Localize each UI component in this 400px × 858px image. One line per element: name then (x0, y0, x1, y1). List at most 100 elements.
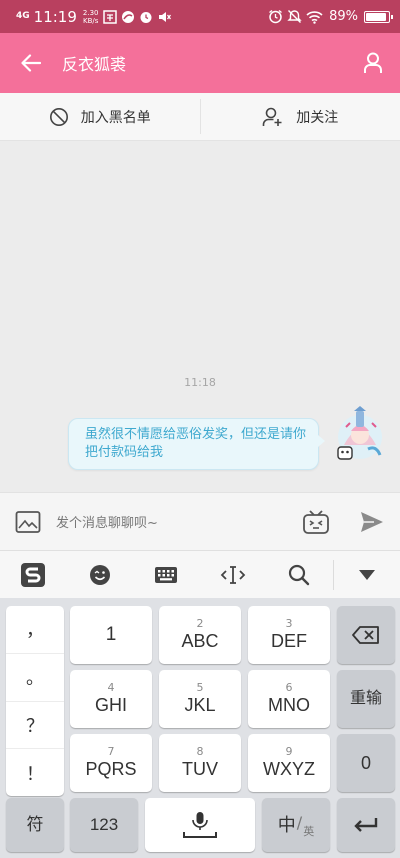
key-4-ghi[interactable]: 4 GHI (70, 670, 152, 728)
cursor-move-button[interactable] (200, 551, 267, 598)
send-icon (361, 511, 383, 532)
key-9-wxyz[interactable]: 9 WXYZ (248, 734, 330, 792)
symbol-key[interactable]: 符 (6, 798, 64, 852)
battery-percentage: 89% (329, 9, 358, 24)
key-label: 重输 (349, 690, 382, 707)
key-label: PQRS (85, 759, 137, 779)
key-label: JKL (184, 695, 216, 715)
image-button[interactable] (0, 510, 56, 534)
user-icon (364, 52, 382, 73)
block-button[interactable]: 加入黑名单 (0, 93, 200, 140)
back-button[interactable] (0, 33, 62, 93)
network-speed-value: 2.30 (82, 8, 99, 17)
lang-main: 中 (277, 815, 296, 836)
space-voice-key[interactable] (145, 798, 255, 852)
profile-actions: 加入黑名单 加关注 (0, 93, 400, 141)
reenter-key[interactable]: 重输 (337, 670, 395, 728)
emoji-panel-button[interactable] (67, 551, 134, 598)
key-number: 2 (196, 617, 204, 630)
key-0[interactable]: 0 (337, 734, 395, 792)
keyboard-toolbar (0, 550, 400, 598)
page-title: 反衣狐裘 (62, 55, 127, 74)
key-number: 9 (285, 745, 293, 758)
key-label: 123 (89, 815, 119, 834)
image-icon (15, 510, 41, 533)
language-switch-label: 中 / 英 (277, 813, 315, 838)
key-number: 4 (107, 681, 115, 694)
punct-key[interactable]: ！ (6, 749, 64, 796)
keyboard: ， 。 ？ ！ 1 2 ABC 3 DEF 4 GHI 5 JKL 6 MNO … (0, 598, 400, 858)
punct-key[interactable]: ， (6, 606, 64, 654)
alarm-icon (268, 9, 283, 24)
avatar[interactable] (330, 405, 386, 465)
chat-area[interactable]: 11:18 虽然很不情愿给恶俗发奖，但还是请你把付款码给我 (0, 141, 400, 492)
status-time: 11:19 (33, 7, 77, 26)
key-label: 1 (105, 624, 117, 645)
cursor-icon (220, 565, 246, 584)
arrow-left-icon (21, 54, 41, 72)
key-number: 6 (285, 681, 293, 694)
follow-button[interactable]: 加关注 (201, 93, 400, 140)
send-button[interactable] (344, 511, 400, 533)
backspace-key[interactable] (337, 606, 395, 664)
wifi-icon (306, 10, 323, 24)
mute-icon (157, 10, 172, 24)
key-2-abc[interactable]: 2 ABC (159, 606, 241, 664)
search-icon (289, 564, 310, 585)
status-bar: 4G 11:19 2.30 KB/s 89% (0, 0, 400, 33)
network-speed: 2.30 KB/s (83, 9, 99, 25)
key-label: 0 (360, 753, 371, 773)
message-input-bar: 发个消息聊聊呗~ (0, 492, 400, 550)
key-label: MNO (268, 695, 310, 715)
key-number: 7 (107, 745, 115, 758)
browser-icon (121, 10, 135, 24)
punctuation-list[interactable]: ， 。 ？ ！ (6, 606, 64, 796)
alarm-app-icon (139, 10, 153, 24)
punct-key[interactable]: 。 (6, 654, 64, 702)
key-label: GHI (94, 695, 127, 715)
sogou-logo-button[interactable] (0, 551, 67, 598)
signal-indicator: 4G (16, 11, 30, 21)
key-label: DEF (271, 631, 307, 651)
user-profile-button[interactable] (346, 33, 400, 93)
chevron-down-icon (358, 569, 375, 580)
emoji-button[interactable] (288, 509, 344, 535)
message-bubble[interactable]: 虽然很不情愿给恶俗发奖，但还是请你把付款码给我 (68, 418, 325, 470)
sogou-icon (21, 562, 46, 587)
enter-icon (354, 818, 378, 832)
tv-face-icon (303, 509, 329, 534)
hide-keyboard-button[interactable] (332, 559, 400, 590)
key-number: 3 (285, 617, 293, 630)
search-button[interactable] (266, 551, 333, 598)
keyboard-switch-button[interactable] (133, 551, 200, 598)
punct-key[interactable]: ？ (6, 702, 64, 750)
key-1[interactable]: 1 (70, 606, 152, 664)
key-5-jkl[interactable]: 5 JKL (159, 670, 241, 728)
key-label: 符 (26, 815, 44, 834)
battery-icon (364, 10, 393, 23)
key-number: 8 (196, 745, 204, 758)
app-bar: 反衣狐裘 (0, 33, 400, 93)
network-speed-unit: KB/s (82, 16, 99, 25)
emoji-wink-icon (89, 564, 110, 585)
key-6-mno[interactable]: 6 MNO (248, 670, 330, 728)
key-8-tuv[interactable]: 8 TUV (159, 734, 241, 792)
message-input[interactable]: 发个消息聊聊呗~ (56, 512, 288, 531)
lang-sub: 英 (303, 825, 315, 838)
microphone-icon (183, 812, 217, 838)
block-icon (49, 107, 68, 126)
keyboard-icon (155, 566, 178, 583)
numbers-key[interactable]: 123 (70, 798, 138, 852)
follow-label: 加关注 (296, 109, 339, 126)
key-number: 5 (196, 681, 204, 694)
key-label: ABC (181, 631, 219, 651)
key-label: WXYZ (263, 759, 315, 779)
message-timestamp: 11:18 (184, 376, 216, 389)
block-label: 加入黑名单 (80, 109, 151, 126)
backspace-icon (352, 626, 379, 644)
enter-key[interactable] (337, 798, 395, 852)
do-not-disturb-icon (287, 9, 302, 24)
key-7-pqrs[interactable]: 7 PQRS (70, 734, 152, 792)
key-3-def[interactable]: 3 DEF (248, 606, 330, 664)
language-switch-key[interactable]: 中 / 英 (262, 798, 330, 852)
